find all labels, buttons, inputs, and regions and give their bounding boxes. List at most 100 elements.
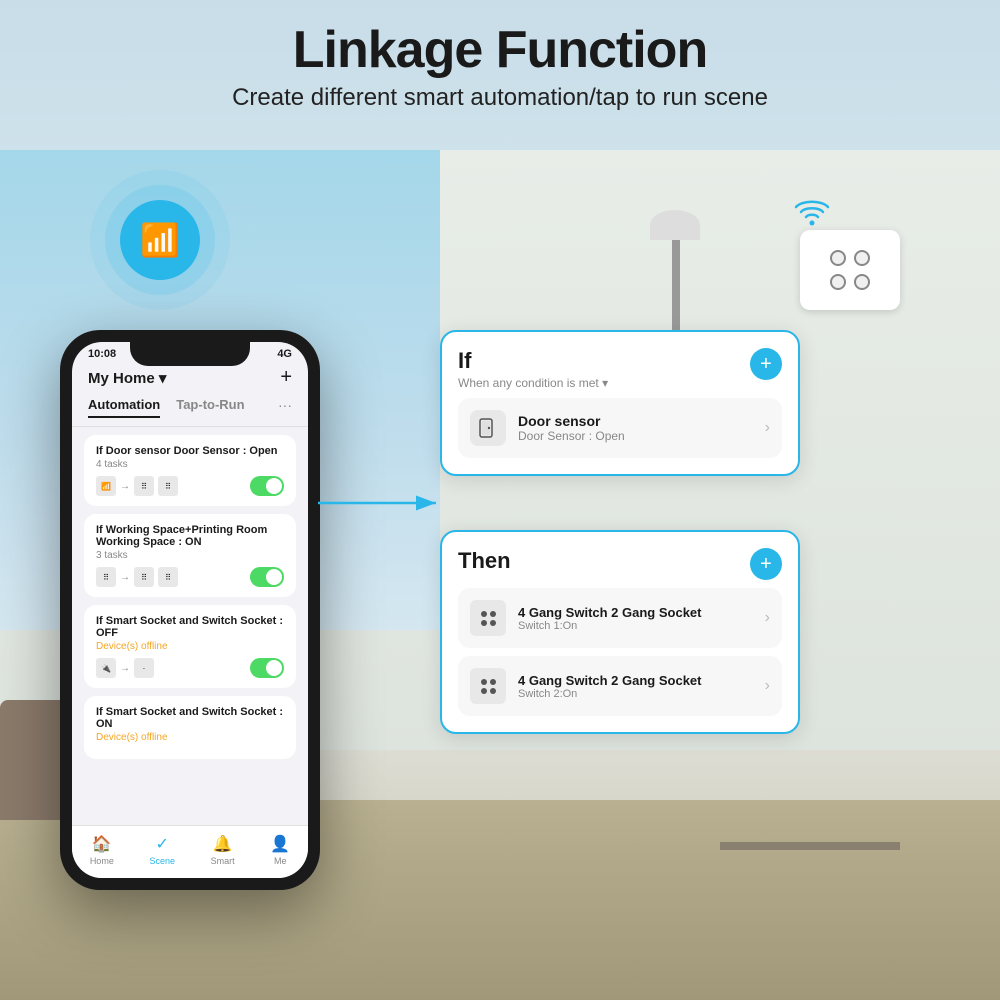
nav-home[interactable]: 🏠 Home bbox=[90, 834, 114, 866]
socket-hole-4 bbox=[854, 274, 870, 290]
phone-body: 10:08 4G My Home ▾ + Automation Tap-to-R… bbox=[60, 330, 320, 890]
toggle-3[interactable] bbox=[250, 658, 284, 678]
smart-nav-icon: 🔔 bbox=[213, 834, 233, 854]
automation-item-4[interactable]: If Smart Socket and Switch Socket : ON D… bbox=[84, 696, 296, 759]
if-card-header: If When any condition is met ▾ + bbox=[458, 348, 782, 390]
dot-7 bbox=[481, 688, 487, 694]
nav-scene[interactable]: ✓ Scene bbox=[149, 834, 175, 866]
automation-subtitle-4: Device(s) offline bbox=[96, 732, 284, 743]
automation-subtitle-3: Device(s) offline bbox=[96, 641, 284, 652]
arrow-icon-1: → bbox=[120, 481, 130, 492]
condition-name-door: Door sensor bbox=[518, 413, 753, 429]
pointer-arrow bbox=[318, 488, 448, 518]
add-scene-button[interactable]: + bbox=[280, 366, 292, 389]
automation-icons-2: ⠿ → ⠿ ⠿ bbox=[96, 567, 178, 587]
nav-home-label: Home bbox=[90, 856, 114, 866]
then-add-button[interactable]: + bbox=[750, 548, 782, 580]
switch-icon-1b: ⠿ bbox=[158, 476, 178, 496]
then-card: Then + 4 Gang Switch 2 Gang Socket Switc… bbox=[440, 530, 800, 734]
status-time: 10:08 bbox=[88, 348, 116, 360]
arrow-icon-2: → bbox=[120, 572, 130, 583]
action-chevron-1[interactable]: › bbox=[765, 609, 770, 627]
if-subtitle[interactable]: When any condition is met ▾ bbox=[458, 376, 608, 390]
if-add-button[interactable]: + bbox=[750, 348, 782, 380]
dot-2 bbox=[490, 611, 496, 617]
automation-title-1: If Door sensor Door Sensor : Open bbox=[96, 445, 284, 457]
condition-chevron-door[interactable]: › bbox=[765, 419, 770, 437]
if-title: If bbox=[458, 348, 608, 374]
condition-desc-door: Door Sensor : Open bbox=[518, 429, 753, 443]
switch-icon-2b: ⠿ bbox=[158, 567, 178, 587]
tab-tap-to-run[interactable]: Tap-to-Run bbox=[176, 397, 244, 418]
sensor-icon: 📶 bbox=[96, 476, 116, 496]
socket-hole-2 bbox=[854, 250, 870, 266]
toggle-1[interactable] bbox=[250, 476, 284, 496]
bottom-nav: 🏠 Home ✓ Scene 🔔 Smart 👤 Me bbox=[72, 825, 308, 878]
switch-icon-2a: ⠿ bbox=[134, 567, 154, 587]
home-nav-icon: 🏠 bbox=[92, 834, 112, 854]
action-icon-2 bbox=[470, 668, 506, 704]
automation-list: If Door sensor Door Sensor : Open 4 task… bbox=[72, 427, 308, 775]
phone-header: My Home ▾ + bbox=[72, 362, 308, 397]
automation-subtitle-2: 3 tasks bbox=[96, 550, 284, 561]
nav-smart-label: Smart bbox=[211, 856, 235, 866]
socket-hole-3 bbox=[830, 274, 846, 290]
if-card: If When any condition is met ▾ + Door se… bbox=[440, 330, 800, 476]
home-label[interactable]: My Home ▾ bbox=[88, 369, 166, 387]
condition-text-door: Door sensor Door Sensor : Open bbox=[518, 413, 753, 443]
then-title: Then bbox=[458, 548, 511, 574]
nav-smart[interactable]: 🔔 Smart bbox=[211, 834, 235, 866]
automation-icons-3: 🔌 → · bbox=[96, 658, 154, 678]
dot-5 bbox=[481, 679, 487, 685]
table bbox=[720, 842, 900, 850]
automation-row-3: 🔌 → · bbox=[96, 658, 284, 678]
automation-title-3: If Smart Socket and Switch Socket : OFF bbox=[96, 615, 284, 639]
nav-me[interactable]: 👤 Me bbox=[270, 834, 290, 866]
automation-row-2: ⠿ → ⠿ ⠿ bbox=[96, 567, 284, 587]
automation-item-1[interactable]: If Door sensor Door Sensor : Open 4 task… bbox=[84, 435, 296, 506]
then-card-header: Then + bbox=[458, 548, 782, 580]
phone-screen: 10:08 4G My Home ▾ + Automation Tap-to-R… bbox=[72, 342, 308, 878]
toggle-2[interactable] bbox=[250, 567, 284, 587]
condition-item-door[interactable]: Door sensor Door Sensor : Open › bbox=[458, 398, 782, 458]
switch-dots-1 bbox=[481, 611, 496, 626]
phone-tabs: Automation Tap-to-Run ··· bbox=[72, 397, 308, 427]
scene-nav-icon: ✓ bbox=[156, 834, 169, 854]
status-signal: 4G bbox=[277, 348, 292, 360]
header-section: Linkage Function Create different smart … bbox=[0, 20, 1000, 112]
switch-icon-3: · bbox=[134, 658, 154, 678]
action-name-1: 4 Gang Switch 2 Gang Socket bbox=[518, 605, 753, 620]
action-text-2: 4 Gang Switch 2 Gang Socket Switch 2:On bbox=[518, 673, 753, 700]
wifi-icon: 📶 bbox=[140, 221, 180, 259]
tab-automation[interactable]: Automation bbox=[88, 397, 160, 418]
arrow-icon-3: → bbox=[120, 663, 130, 674]
action-desc-2: Switch 2:On bbox=[518, 688, 753, 700]
dot-3 bbox=[481, 620, 487, 626]
nav-me-label: Me bbox=[274, 856, 287, 866]
sub-title: Create different smart automation/tap to… bbox=[0, 84, 1000, 112]
me-nav-icon: 👤 bbox=[270, 834, 290, 854]
nav-scene-label: Scene bbox=[149, 856, 175, 866]
socket-hole-1 bbox=[830, 250, 846, 266]
wifi-circle-icon: 📶 bbox=[120, 200, 200, 280]
smart-socket-device bbox=[800, 230, 900, 310]
phone-mockup: 10:08 4G My Home ▾ + Automation Tap-to-R… bbox=[60, 330, 320, 890]
dot-8 bbox=[490, 688, 496, 694]
socket-grid bbox=[830, 250, 870, 290]
automation-title-2: If Working Space+Printing Room Working S… bbox=[96, 524, 284, 548]
automation-item-3[interactable]: If Smart Socket and Switch Socket : OFF … bbox=[84, 605, 296, 688]
action-icon-1 bbox=[470, 600, 506, 636]
more-options-icon[interactable]: ··· bbox=[278, 397, 292, 418]
automation-title-4: If Smart Socket and Switch Socket : ON bbox=[96, 706, 284, 730]
main-title: Linkage Function bbox=[0, 20, 1000, 80]
action-name-2: 4 Gang Switch 2 Gang Socket bbox=[518, 673, 753, 688]
automation-icons-1: 📶 → ⠿ ⠿ bbox=[96, 476, 178, 496]
door-sensor-icon bbox=[470, 410, 506, 446]
action-item-1[interactable]: 4 Gang Switch 2 Gang Socket Switch 1:On … bbox=[458, 588, 782, 648]
dot-4 bbox=[490, 620, 496, 626]
action-chevron-2[interactable]: › bbox=[765, 677, 770, 695]
automation-item-2[interactable]: If Working Space+Printing Room Working S… bbox=[84, 514, 296, 597]
action-item-2[interactable]: 4 Gang Switch 2 Gang Socket Switch 2:On … bbox=[458, 656, 782, 716]
lamp-shade bbox=[650, 210, 700, 240]
switch-icon-1a: ⠿ bbox=[134, 476, 154, 496]
